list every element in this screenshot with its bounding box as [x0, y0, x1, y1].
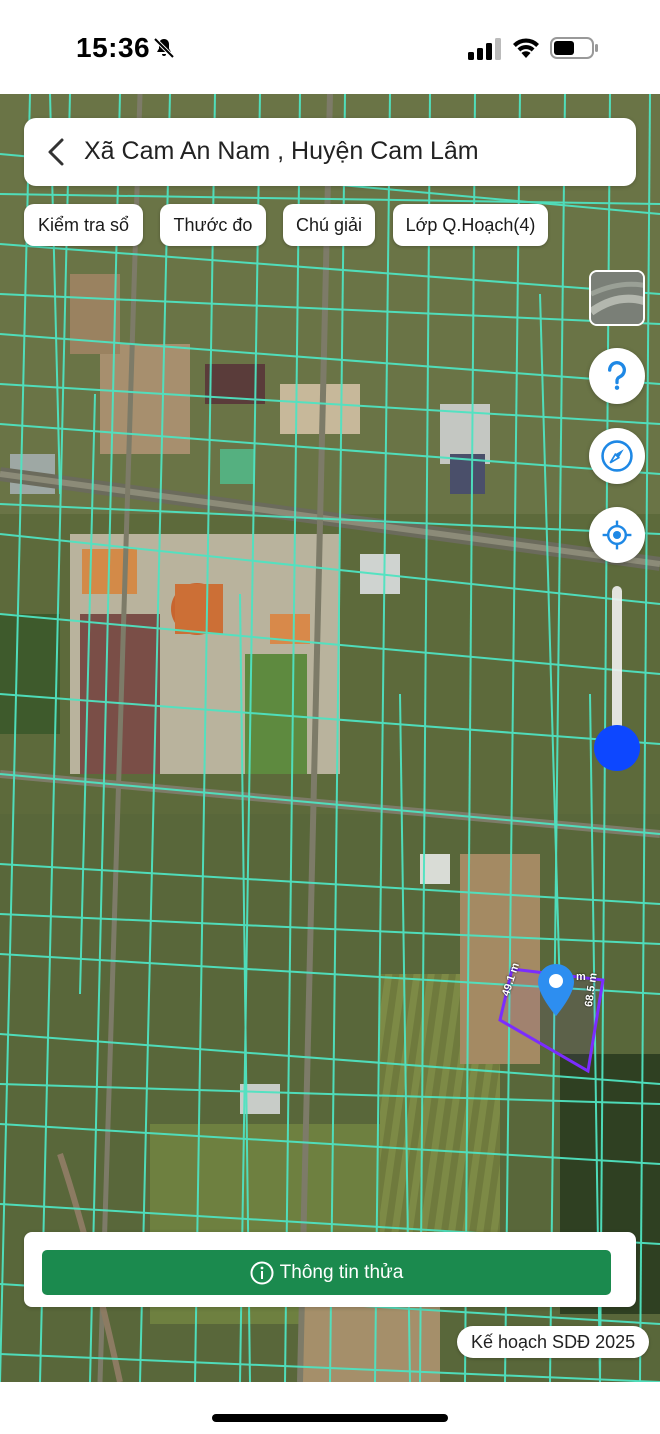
- parcel-info-card: Thông tin thửa: [24, 1232, 636, 1307]
- cellular-signal-icon: [468, 38, 501, 60]
- compass-button[interactable]: [589, 428, 645, 484]
- chip-planning-layer[interactable]: Lớp Q.Hoạch(4): [393, 204, 548, 246]
- map-view[interactable]: 49.1 m 68.5 m m: [0, 94, 660, 1382]
- location-pin-icon[interactable]: [536, 962, 576, 1018]
- satellite-map[interactable]: [0, 94, 660, 1382]
- wifi-icon: [513, 38, 539, 58]
- satellite-layer-thumbnail[interactable]: [589, 270, 645, 326]
- bell-slash-icon: [153, 37, 175, 59]
- home-bar: [0, 1382, 660, 1434]
- status-time: 15:36: [76, 32, 151, 63]
- parcel-info-label: Thông tin thửa: [279, 1261, 404, 1283]
- zoom-slider-knob[interactable]: [594, 725, 640, 771]
- parcel-edge-top-label: m: [576, 971, 586, 983]
- status-bar: 15:36: [0, 0, 660, 94]
- parcel-info-button[interactable]: Thông tin thửa: [42, 1250, 611, 1295]
- plan-badge[interactable]: Kế hoạch SDĐ 2025: [457, 1326, 650, 1358]
- chip-ruler[interactable]: Thước đo: [160, 204, 266, 246]
- zoom-slider-track[interactable]: [612, 586, 622, 736]
- locate-button[interactable]: [589, 507, 645, 563]
- search-header[interactable]: Xã Cam An Nam , Huyện Cam Lâm: [24, 118, 636, 186]
- crosshair-locate-icon: [602, 520, 632, 550]
- question-icon: [608, 361, 626, 390]
- location-title: Xã Cam An Nam , Huyện Cam Lâm: [84, 137, 479, 165]
- home-indicator[interactable]: [212, 1414, 448, 1422]
- chip-legend[interactable]: Chú giải: [283, 204, 375, 246]
- compass-icon: [601, 440, 633, 472]
- help-button[interactable]: [589, 348, 645, 404]
- chip-check-book[interactable]: Kiểm tra sổ: [24, 204, 143, 246]
- chevron-left-icon[interactable]: [42, 136, 70, 168]
- info-circle-icon: [250, 1261, 274, 1284]
- battery-icon: [550, 37, 598, 59]
- layer-thumbnail-image: [591, 272, 643, 324]
